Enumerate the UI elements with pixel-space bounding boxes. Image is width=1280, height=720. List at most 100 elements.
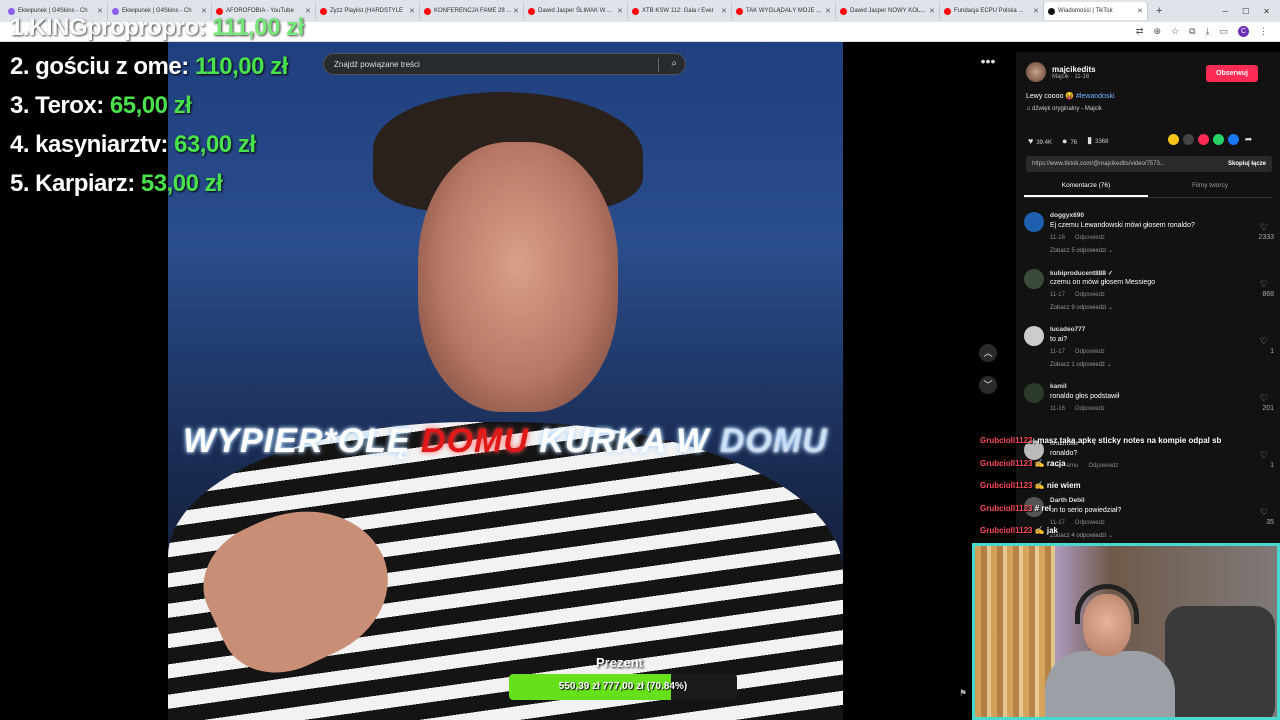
view-replies-link[interactable]: Zobacz 5 odpowiedzi ⌄ [1050, 247, 1113, 254]
more-options-icon[interactable]: ••• [978, 54, 998, 71]
music-info[interactable]: ♫ dźwięk oryginalny - Majcik [1026, 106, 1102, 112]
caption-part-a: WYPIER*OLĘ [183, 422, 421, 460]
reply-link[interactable]: Odpowiedz [1075, 349, 1105, 355]
chat-text: ✍ racja [1032, 458, 1066, 468]
chat-text: ✍ nie wiem [1032, 481, 1081, 490]
tab-close-icon[interactable]: ✕ [825, 7, 831, 15]
zoom-icon[interactable]: ⊕ [1153, 26, 1161, 37]
author-subtitle: Majcik · 11-16 [1052, 73, 1090, 80]
view-replies-link[interactable]: Zobacz 1 odpowiedź ⌄ [1050, 361, 1112, 368]
tab-favicon-icon [736, 7, 743, 15]
comment-avatar[interactable] [1024, 212, 1044, 232]
chat-nick: Grubcioll1123 [980, 481, 1033, 490]
ranking-row: 1.KINGpropropro: 111,00 zł [10, 8, 304, 47]
reply-link[interactable]: Odpowiedz [1075, 406, 1105, 412]
sidebar-icon[interactable]: ▭ [1219, 26, 1228, 37]
comment-text: ronaldo głos podstawił [1050, 393, 1120, 400]
previous-video-icon[interactable]: ︿ [979, 344, 997, 362]
reply-link[interactable]: Odpowiedz [1075, 235, 1105, 241]
hashtag-link[interactable]: #lewandoski [1076, 93, 1115, 100]
comment-username[interactable]: doggyx690 [1050, 212, 1084, 219]
tab-close-icon[interactable]: ✕ [617, 7, 623, 15]
author-row[interactable]: majcikedits Majcik · 11-16 [1026, 62, 1096, 82]
menu-kebab-icon[interactable]: ⋮ [1259, 26, 1268, 37]
extensions-icon[interactable]: ⧉ [1189, 26, 1195, 37]
comment-username[interactable]: kamil [1050, 383, 1067, 390]
tab-close-icon[interactable]: ✕ [1033, 7, 1039, 15]
copy-link-button[interactable]: Skopiuj łącze [1228, 156, 1266, 172]
chat-text: # rel [1032, 503, 1052, 513]
new-tab-icon[interactable]: + [1148, 5, 1170, 17]
tab-favicon-icon [528, 7, 535, 15]
translate-icon[interactable]: ⇄ [1136, 26, 1144, 37]
description-text: Lewy coooo 😝 [1026, 93, 1076, 100]
reply-link[interactable]: Odpowiedz [1075, 292, 1105, 298]
comment-meta: 11-16 Odpowiedz [1050, 406, 1105, 412]
chat-message: Grubcioll1123: masz taką apkę sticky not… [980, 436, 1221, 459]
maximize-icon[interactable]: ☐ [1242, 7, 1249, 16]
link-field[interactable]: https://www.tiktok.com/@majcikedits/vide… [1026, 156, 1272, 172]
follow-button[interactable]: Obserwuj [1206, 65, 1258, 82]
caption-part-d: DOMU [719, 422, 828, 460]
goal-title: Prezent [596, 655, 643, 670]
browser-tab[interactable]: Dawid Jasper ŚLIMAK W ... ✕ [524, 2, 628, 20]
comment-heart-icon[interactable]: ♡ [1260, 450, 1268, 461]
like-stat[interactable]: ♥ 39.4K [1028, 136, 1052, 146]
comment-avatar[interactable] [1024, 269, 1044, 289]
chat-nick: Grubcioll1123 [980, 458, 1033, 468]
tab-close-icon[interactable]: ✕ [1137, 7, 1143, 15]
comment-like-count: 201 [1262, 405, 1274, 412]
tab-close-icon[interactable]: ✕ [409, 7, 415, 15]
share-tiktok-icon[interactable] [1198, 134, 1209, 145]
share-coin-icon[interactable] [1168, 134, 1179, 145]
browser-tab[interactable]: Fundacja ECPU Polska ... ✕ [940, 2, 1044, 20]
minimize-icon[interactable]: ─ [1222, 7, 1228, 16]
profile-avatar[interactable]: C [1238, 26, 1249, 37]
comment-icon: ● [1062, 135, 1068, 146]
heart-icon: ♥ [1028, 135, 1034, 146]
report-icon[interactable]: ⚑ [959, 688, 967, 699]
tab-title: TAK WYGLĄDAŁY MOJE ... [746, 8, 822, 14]
browser-tab[interactable]: TAK WYGLĄDAŁY MOJE ... ✕ [732, 2, 836, 20]
browser-tab[interactable]: Zyzz Playlist (HARDSTYLE ✕ [316, 2, 420, 20]
browser-tab[interactable]: KONFERENCJA FAME 28 ... ✕ [420, 2, 524, 20]
next-video-icon[interactable]: ﹀ [979, 376, 997, 394]
tab-comments[interactable]: Komentarze (76) [1024, 182, 1148, 197]
tab-close-icon[interactable]: ✕ [305, 7, 311, 15]
browser-tab[interactable]: Wiadomości | TikTok ✕ [1044, 2, 1148, 20]
comment-heart-icon[interactable]: ♡ [1260, 222, 1268, 233]
share-whatsapp-icon[interactable] [1213, 134, 1224, 145]
comment-heart-icon[interactable]: ♡ [1260, 507, 1268, 518]
comment-like-count: 2333 [1258, 234, 1274, 241]
bookmark-star-icon[interactable]: ☆ [1171, 26, 1179, 37]
ranking-row: 4. kasyniarztv: 63,00 zł [10, 125, 304, 164]
comment-avatar[interactable] [1024, 383, 1044, 403]
embed-icon[interactable] [1183, 134, 1194, 145]
share-arrow-icon[interactable]: ➦ [1243, 134, 1254, 145]
search-icon[interactable]: ⌕ [671, 58, 677, 69]
search-input[interactable]: Znajdź powiązane treści ⌕ [323, 53, 686, 75]
close-window-icon[interactable]: ✕ [1263, 7, 1270, 16]
chat-nick: Grubcioll1123 [980, 503, 1033, 513]
comment-heart-icon[interactable]: ♡ [1260, 393, 1268, 404]
likes-count: 39.4K [1036, 139, 1053, 146]
tab-close-icon[interactable]: ✕ [929, 7, 935, 15]
share-facebook-icon[interactable] [1228, 134, 1239, 145]
comment-heart-icon[interactable]: ♡ [1260, 279, 1268, 290]
browser-tab[interactable]: XTB KSW 112: Gala / Ever ✕ [628, 2, 732, 20]
comment-username[interactable]: lucadeo777 [1050, 326, 1085, 333]
view-replies-link[interactable]: Zobacz 9 odpowiedzi ⌄ [1050, 304, 1113, 311]
download-icon[interactable]: ⤓ [1206, 26, 1210, 37]
comment-text: to ai? [1050, 336, 1068, 343]
tab-close-icon[interactable]: ✕ [721, 7, 727, 15]
author-avatar[interactable] [1026, 62, 1046, 82]
save-stat[interactable]: ▮ 3368 [1087, 135, 1108, 146]
author-name[interactable]: majcikedits [1052, 65, 1096, 74]
comment-heart-icon[interactable]: ♡ [1260, 336, 1268, 347]
tab-creator-videos[interactable]: Filmy twórcy [1148, 182, 1272, 197]
comment-avatar[interactable] [1024, 326, 1044, 346]
comment-username[interactable]: kubiproducent888 ✓ [1050, 269, 1113, 277]
comment-stat[interactable]: ● 76 [1062, 136, 1077, 146]
browser-tab[interactable]: Dawid Jasper NOWY KOL... ✕ [836, 2, 940, 20]
tab-close-icon[interactable]: ✕ [513, 7, 519, 15]
